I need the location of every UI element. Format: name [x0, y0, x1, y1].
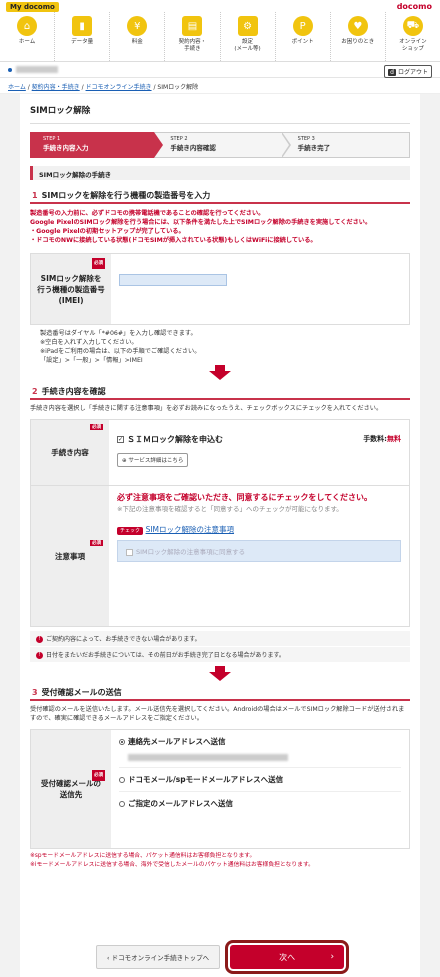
user-bar: d ログアウト — [0, 62, 440, 78]
section-1-warnings: 製造番号の入力前に、必ずドコモの携帯電話機であることの確認を行ってください。 G… — [30, 210, 372, 244]
main-area: SIMロック解除 STEP 1 手続き内容入力 STEP 2 手続き内容確認 S… — [0, 94, 440, 977]
nav-item-5[interactable]: P ポイント — [276, 12, 331, 61]
imei-form-row: 必須 SIMロック解除を行う機種の製造番号(IMEI) — [30, 253, 410, 325]
docomo-brand-logo[interactable]: docomo — [397, 2, 432, 11]
radio-docomo-email[interactable]: ドコモメール/spモードメールアドレスへ送信 — [119, 768, 401, 792]
data-chart-icon: ▮ — [72, 16, 93, 36]
notice-subtext: ※下記の注意事項を確認すると「同意する」へのチェックが可能になります。 — [117, 505, 343, 513]
nav-label: データ量 — [71, 39, 94, 45]
step-indicator: STEP 1 手続き内容入力 STEP 2 手続き内容確認 STEP 3 手続き… — [30, 132, 410, 158]
nav-item-2[interactable]: ¥ 料金 — [110, 12, 166, 61]
down-arrow-icon — [209, 365, 231, 380]
step-2: STEP 2 手続き内容確認 — [154, 132, 291, 158]
settings-icon: ⚙ — [237, 16, 258, 36]
nav-item-4[interactable]: ⚙ 設定 (メール等) — [221, 12, 276, 61]
nav-label: ホーム — [18, 39, 36, 45]
nav-label: ポイント — [291, 39, 314, 45]
notice-row: 必須 注意事項 必ず注意事項をご確認いただき、同意するにチェックをしてください。… — [31, 486, 409, 626]
procedure-subheading: SIMロック解除の手続き — [30, 166, 410, 180]
fee: 手数料:無料 — [363, 435, 401, 443]
top-bar: My docomo docomo — [0, 0, 440, 12]
down-arrow-icon — [209, 666, 231, 681]
user-status-dot — [8, 68, 12, 72]
procedure-row: 必須 手続き内容 ✓ ＳＩＭロック解除を申込む 手数料:無料 ⊕ サービス詳細はこ… — [31, 420, 409, 486]
notice-link[interactable]: SIMロック解除の注意事項 — [146, 525, 234, 534]
chevron-right-icon: › — [330, 952, 335, 962]
sim-unlock-option: ＳＩＭロック解除を申込む — [127, 435, 223, 444]
agree-checkbox[interactable] — [126, 548, 133, 556]
check-tag: チェック — [117, 527, 144, 535]
nav-item-7[interactable]: ⛟ オンライン ショップ — [386, 12, 440, 61]
imei-input[interactable] — [119, 274, 227, 286]
nav-item-6[interactable]: ♥ お困りのとき — [331, 12, 386, 61]
breadcrumb: ホーム / 契約内容・手続き / ドコモオンライン手続き / SIMロック解除 — [0, 78, 440, 94]
nav-label: お困りのとき — [341, 39, 375, 45]
alert-icon: ! — [36, 652, 43, 659]
notice-message: 必ず注意事項をご確認いただき、同意するにチェックをしてください。 — [117, 493, 372, 502]
back-to-top-button[interactable]: ‹ ドコモオンライン手続きトップへ — [95, 945, 221, 969]
mail-destination-row: 必須 受付確認メールの送信先 連絡先メールアドレスへ送信 ドコモメール/spモー… — [30, 729, 410, 849]
button-row: ‹ ドコモオンライン手続きトップへ 次へ › — [20, 937, 420, 977]
breadcrumb-online[interactable]: ドコモオンライン手続き — [86, 84, 152, 91]
alert-icon: ! — [36, 636, 43, 643]
imei-notes: 製造番号はダイヤル「*#06#」を入力し確認できます。 ※空白を入れず入力してく… — [40, 330, 201, 364]
section-1-heading: 1 SIMロックを解除を行う機種の製造番号を入力 — [30, 188, 410, 204]
logout-button[interactable]: d ログアウト — [384, 65, 432, 78]
breadcrumb-contract[interactable]: 契約内容・手続き — [32, 84, 80, 91]
heart-icon: ♥ — [347, 16, 368, 36]
breadcrumb-home[interactable]: ホーム — [8, 84, 26, 91]
user-name-masked — [16, 66, 58, 73]
point-icon: P — [292, 16, 313, 36]
nav-label: オンライン ショップ — [399, 39, 427, 52]
cart-icon: ⛟ — [402, 16, 423, 36]
section-2-alerts: ! ご契約内容によって、お手続きできない場合があります。 ! 日付をまたいだお手続き… — [30, 631, 410, 662]
procedure-table: 必須 手続き内容 ✓ ＳＩＭロック解除を申込む 手数料:無料 ⊕ サービス詳細はこ… — [30, 419, 410, 627]
global-nav: ⌂ ホーム ▮ データ量 ¥ 料金 ▤ 契約内容・ 手続き ⚙ 設定 (メール等) P ポイント ♥ お困… — [0, 12, 440, 62]
home-icon: ⌂ — [17, 16, 38, 36]
content-card: SIMロック解除 STEP 1 手続き内容入力 STEP 2 手続き内容確認 S… — [20, 94, 420, 977]
agree-checkbox-area[interactable]: SIMロック解除の注意事項に同意する — [117, 540, 401, 562]
contract-icon: ▤ — [182, 16, 203, 36]
nav-label: 契約内容・ 手続き — [178, 39, 207, 52]
my-docomo-logo[interactable]: My docomo — [6, 2, 59, 12]
nav-item-0[interactable]: ⌂ ホーム — [0, 12, 56, 61]
nav-item-3[interactable]: ▤ 契約内容・ 手続き — [165, 12, 221, 61]
section-2-heading: 2 手続き内容を確認 — [30, 384, 410, 400]
next-button[interactable]: 次へ › — [225, 940, 350, 974]
imei-label: 必須 SIMロック解除を行う機種の製造番号(IMEI) — [31, 254, 111, 324]
masked-email — [128, 753, 288, 761]
radio-contact-email[interactable]: 連絡先メールアドレスへ送信 — [119, 730, 401, 768]
yen-icon: ¥ — [127, 16, 148, 36]
section-3-intro: 受付確認のメールを送信いたします。メール送信先を選択してください。Android… — [30, 706, 405, 722]
mail-footnotes: ※spモードメールアドレスに送信する場合、パケット通信料はお客様負担となります。… — [30, 853, 314, 868]
step-1: STEP 1 手続き内容入力 — [30, 132, 164, 158]
nav-label: 料金 — [131, 39, 143, 45]
radio-custom-email[interactable]: ご指定のメールアドレスへ送信 — [119, 792, 401, 815]
required-badge: 必須 — [92, 258, 105, 269]
section-3-heading: 3 受付確認メールの送信 — [30, 685, 410, 701]
sim-unlock-checkbox[interactable]: ✓ — [117, 436, 124, 443]
page-title: SIMロック解除 — [30, 94, 410, 124]
nav-item-1[interactable]: ▮ データ量 — [55, 12, 111, 61]
service-detail-button[interactable]: ⊕ サービス詳細はこちら — [117, 453, 189, 467]
nav-label: 設定 (メール等) — [234, 39, 261, 52]
breadcrumb-current: SIMロック解除 — [157, 84, 199, 91]
section-2-intro: 手続き内容を選択し「手続きに関する注意事項」を必ずお読みになったうえ、チェックボ… — [30, 405, 383, 412]
step-3: STEP 3 手続き完了 — [281, 132, 410, 158]
